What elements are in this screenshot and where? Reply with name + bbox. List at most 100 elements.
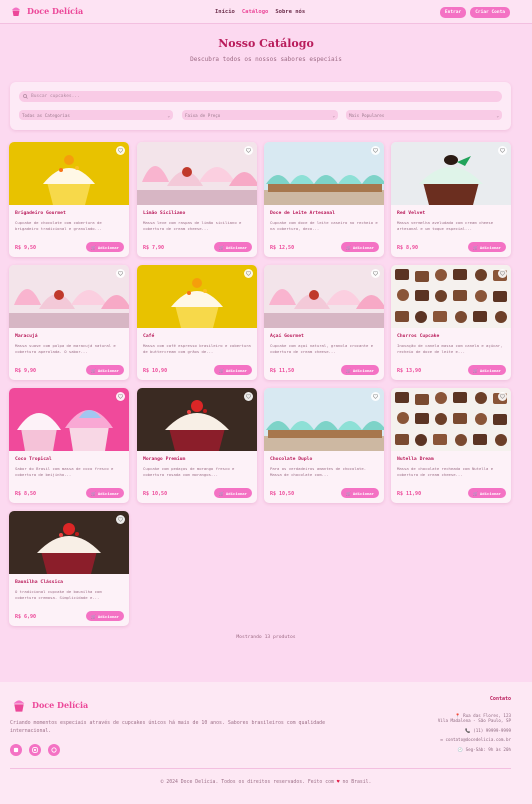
add-to-cart-button[interactable]: 🛒 Adicionar [214, 242, 252, 252]
product-image[interactable] [9, 265, 129, 328]
filter-panel: Buscar cupcakes... Todas as Categorias ⌄… [10, 82, 511, 130]
product-card[interactable]: Churros Cupcake Inovação de canela massa … [391, 265, 511, 380]
product-name: Nutella Dream [397, 457, 434, 462]
search-input[interactable]: Buscar cupcakes... [19, 91, 502, 102]
heart-icon[interactable] [498, 146, 507, 155]
price-select[interactable]: Faixa de Preço ⌄ [182, 110, 338, 120]
add-to-cart-label: Adicionar [97, 613, 119, 619]
heart-icon[interactable] [371, 269, 380, 278]
footer-brand-name: Doce Delícia [32, 700, 89, 710]
product-name: Doce de Leite Artesanal [270, 211, 335, 216]
product-image[interactable] [137, 142, 257, 205]
cupcake-logo-icon [12, 7, 20, 16]
product-image[interactable] [9, 142, 129, 205]
product-price: R$ 9,50 [15, 245, 37, 251]
heart-icon[interactable] [371, 146, 380, 155]
product-image[interactable] [137, 265, 257, 328]
product-card[interactable]: Red Velvet Massa vermelha aveludada com c… [391, 142, 511, 257]
heart-icon[interactable] [498, 269, 507, 278]
product-description: Cupcake com doce de leite caseiro no rec… [270, 220, 378, 231]
instagram-icon[interactable] [29, 744, 41, 756]
product-card[interactable]: Doce de Leite Artesanal Cupcake com doce … [264, 142, 384, 257]
product-image[interactable] [264, 388, 384, 451]
product-description: Massa com café espresso brasileiro e cob… [143, 343, 251, 354]
page-subtitle: Descubra todos os nossos sabores especia… [190, 56, 342, 63]
product-image[interactable] [9, 511, 129, 574]
category-select[interactable]: Todas as Categorias ⌄ [19, 110, 173, 120]
product-price: R$ 8,50 [15, 491, 37, 497]
add-to-cart-button[interactable]: 🛒 Adicionar [468, 365, 506, 375]
nav-link-sobre[interactable]: Sobre nós [275, 9, 305, 15]
product-price: R$ 13,90 [397, 368, 422, 374]
product-image[interactable] [391, 142, 511, 205]
product-card[interactable]: Maracujá Massa suave com polpa de maracuj… [9, 265, 129, 380]
phone-icon: 📞 [465, 727, 471, 733]
add-to-cart-button[interactable]: 🛒 Adicionar [86, 611, 124, 621]
product-image[interactable] [391, 388, 511, 451]
copyright: © 2024 Doce Delícia. Todos os direitos r… [0, 780, 532, 785]
search-icon [23, 94, 28, 99]
product-card[interactable]: Café Massa com café espresso brasileiro e… [137, 265, 257, 380]
product-image[interactable] [137, 388, 257, 451]
add-to-cart-button[interactable]: 🛒 Adicionar [468, 242, 506, 252]
product-description: Massa de chocolate recheada com Nutella … [397, 466, 494, 477]
heart-icon[interactable] [244, 392, 253, 401]
brand-name: Doce Delícia [27, 6, 84, 16]
heart-icon[interactable] [371, 392, 380, 401]
heart-icon[interactable] [116, 515, 125, 524]
heart-icon: ♥ [336, 780, 340, 785]
product-image[interactable] [391, 265, 511, 328]
add-to-cart-button[interactable]: 🛒 Adicionar [468, 488, 506, 498]
product-name: Baunilha Clássica [15, 580, 63, 585]
product-name: Chocolate Duplo [270, 457, 313, 462]
heart-icon[interactable] [244, 146, 253, 155]
heart-icon[interactable] [116, 392, 125, 401]
product-name: Café [143, 334, 155, 339]
add-to-cart-button[interactable]: 🛒 Adicionar [341, 242, 379, 252]
login-button[interactable]: Entrar [439, 7, 467, 18]
signup-button[interactable]: Criar Conta [470, 7, 510, 18]
add-to-cart-button[interactable]: 🛒 Adicionar [86, 242, 124, 252]
heart-icon[interactable] [498, 392, 507, 401]
whatsapp-icon[interactable] [48, 744, 60, 756]
product-description: Cupcake de chocolate com cobertura de br… [15, 220, 102, 231]
add-to-cart-button[interactable]: 🛒 Adicionar [341, 488, 379, 498]
brand-logo[interactable]: Doce Delícia [10, 5, 83, 17]
add-to-cart-button[interactable]: 🛒 Adicionar [86, 488, 124, 498]
nav-link-inicio[interactable]: Início [215, 9, 235, 15]
nav-link-catalogo[interactable]: Catálogo [242, 9, 269, 15]
product-card[interactable]: Chocolate Duplo Para os verdadeiros amant… [264, 388, 384, 503]
product-description: Para os verdadeiros amantes de chocolate… [270, 466, 367, 477]
facebook-icon[interactable] [10, 744, 22, 756]
product-card[interactable]: Brigadeiro Gourmet Cupcake de chocolate c… [9, 142, 129, 257]
product-card[interactable]: Açaí Gourmet Cupcake com açaí natural, gr… [264, 265, 384, 380]
product-image[interactable] [264, 142, 384, 205]
heart-icon[interactable] [116, 146, 125, 155]
add-to-cart-button[interactable]: 🛒 Adicionar [86, 365, 124, 375]
chevron-down-icon: ⌄ [332, 112, 335, 118]
product-card[interactable]: Nutella Dream Massa de chocolate recheada… [391, 388, 511, 503]
contact-title: Contato [489, 696, 511, 702]
contact-hours: 🕘 Seg-Sáb: 9h às 20h [438, 747, 511, 753]
sort-select[interactable]: Mais Populares ⌄ [346, 110, 502, 120]
cart-icon: 🛒 [473, 490, 478, 496]
add-to-cart-button[interactable]: 🛒 Adicionar [214, 488, 252, 498]
chevron-down-icon: ⌄ [496, 112, 499, 118]
product-card[interactable]: Morango Premium Cupcake com pedaços de mo… [137, 388, 257, 503]
heart-icon[interactable] [244, 269, 253, 278]
add-to-cart-label: Adicionar [479, 244, 501, 250]
product-card[interactable]: Limão Siciliano Massa leve com raspas de … [137, 142, 257, 257]
add-to-cart-button[interactable]: 🛒 Adicionar [214, 365, 252, 375]
product-image[interactable] [9, 388, 129, 451]
product-image[interactable] [264, 265, 384, 328]
cart-icon: 🛒 [473, 244, 478, 250]
product-price: R$ 11,90 [397, 491, 422, 497]
product-name: Limão Siciliano [143, 211, 186, 216]
product-card[interactable]: Baunilha Clássica O tradicional cupcake d… [9, 511, 129, 626]
add-to-cart-button[interactable]: 🛒 Adicionar [341, 365, 379, 375]
footer-divider [10, 768, 511, 769]
product-card[interactable]: Coco Tropical Sabor do Brasil com massa d… [9, 388, 129, 503]
cart-icon: 🛒 [219, 490, 224, 496]
heart-icon[interactable] [116, 269, 125, 278]
copyright-suffix: no Brasil. [342, 780, 372, 785]
